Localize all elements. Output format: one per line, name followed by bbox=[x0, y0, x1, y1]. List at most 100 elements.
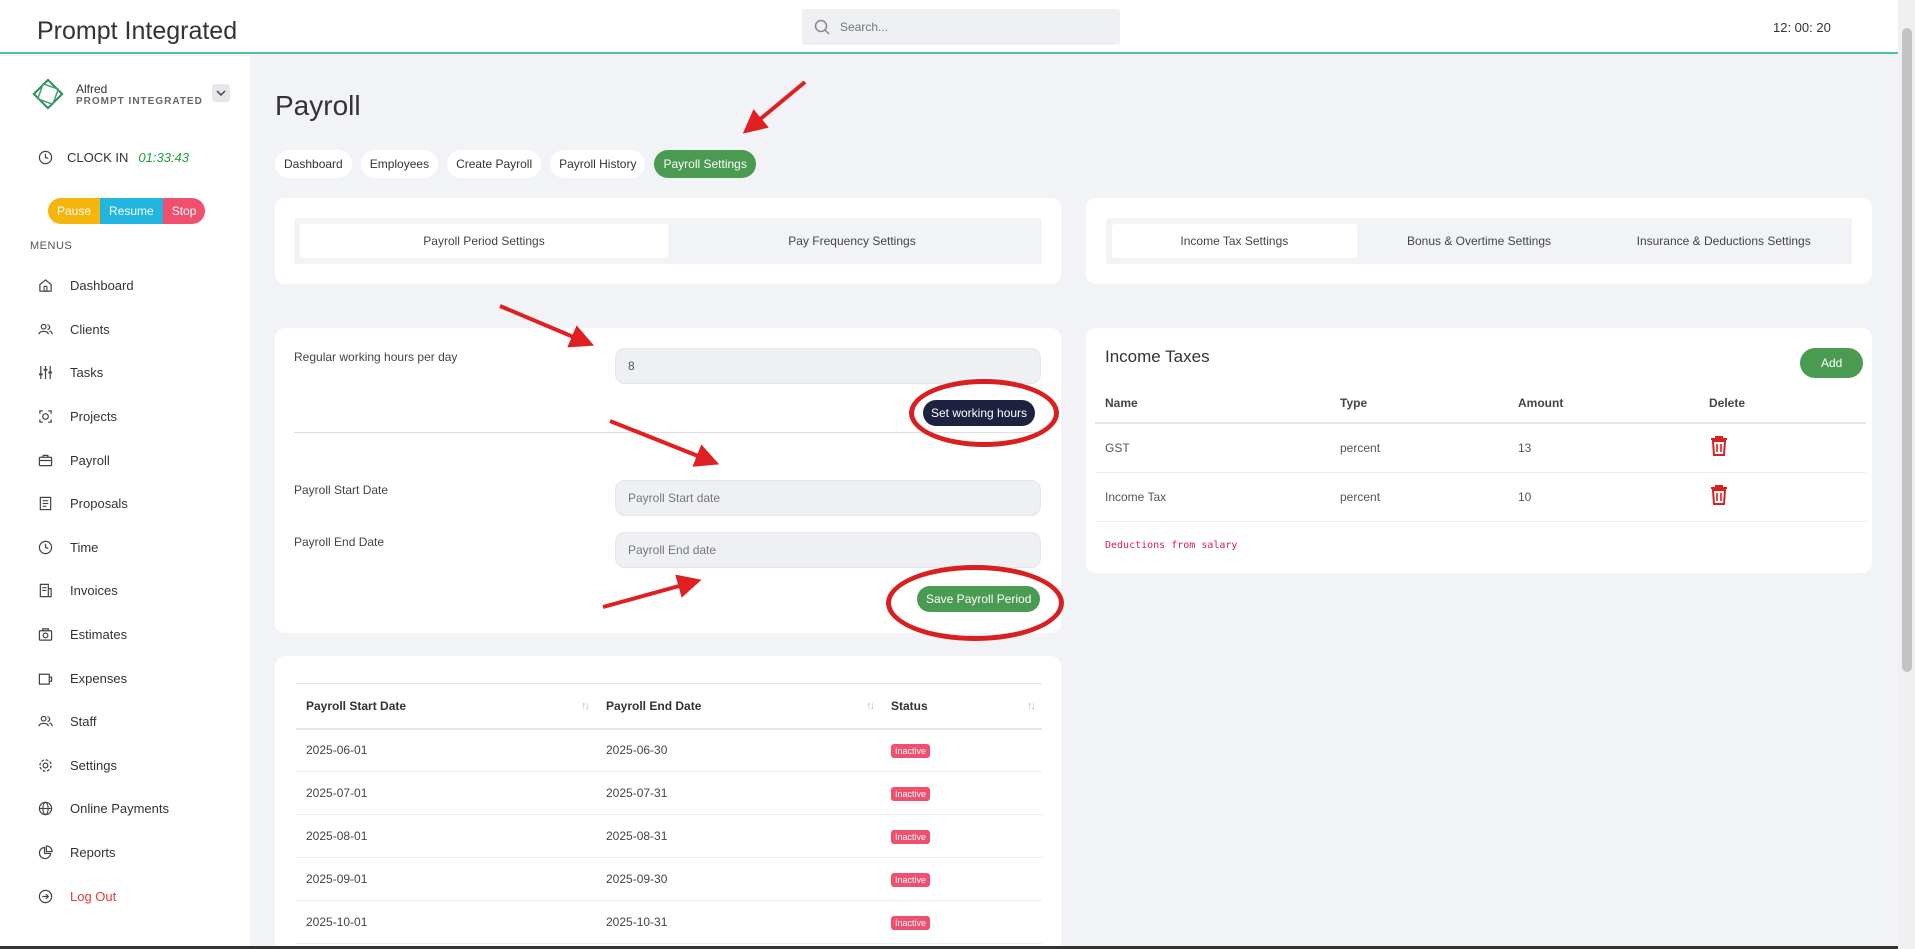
projects-icon bbox=[39, 410, 52, 423]
user-name: Alfred bbox=[76, 81, 108, 96]
sidebar-item-proposals[interactable]: Proposals bbox=[38, 482, 169, 526]
sort-icon[interactable]: ↑↓ bbox=[866, 700, 875, 712]
trash-icon[interactable] bbox=[1709, 435, 1729, 457]
scrollbar-thumb[interactable] bbox=[1902, 28, 1912, 672]
sidebar-item-label: Reports bbox=[70, 845, 116, 861]
sidebar-item-tasks[interactable]: Tasks bbox=[38, 351, 169, 395]
user-menu-toggle[interactable] bbox=[212, 84, 230, 102]
table-row: 2025-09-01 2025-09-30 Inactive bbox=[296, 857, 1042, 901]
invoice-icon bbox=[39, 584, 52, 598]
table-row: 2025-06-01 2025-06-30 Inactive bbox=[296, 728, 1042, 772]
sidebar-item-label: Payroll bbox=[70, 452, 110, 468]
segment-income-tax[interactable]: Income Tax Settings bbox=[1112, 224, 1357, 258]
sidebar-item-estimates[interactable]: Estimates bbox=[38, 613, 169, 657]
tax-settings-segment: Income Tax Settings Bonus & Overtime Set… bbox=[1106, 218, 1852, 264]
page-title: Payroll bbox=[275, 90, 361, 121]
status-badge: Inactive bbox=[891, 786, 931, 801]
payroll-periods-table: Payroll Start Date ↑↓ Payroll End Date ↑↓ … bbox=[296, 683, 1042, 944]
pause-button[interactable]: Pause bbox=[48, 198, 101, 224]
search-input[interactable] bbox=[840, 20, 1100, 34]
payroll-start-input[interactable]: Payroll Start date bbox=[615, 480, 1041, 516]
income-taxes-table: Name Type Amount Delete GST percent 13 I… bbox=[1095, 383, 1866, 522]
company-logo-icon bbox=[32, 78, 64, 110]
sidebar-item-label: Time bbox=[70, 539, 99, 555]
trash-icon[interactable] bbox=[1709, 484, 1729, 506]
sidebar-item-label: Invoices bbox=[70, 583, 118, 599]
deductions-note: Deductions from salary bbox=[1105, 540, 1238, 551]
sidebar-item-expenses[interactable]: Expenses bbox=[38, 656, 169, 700]
user-profile[interactable]: Alfred PROMPT INTEGRATED bbox=[30, 76, 230, 112]
annotation-arrow bbox=[742, 80, 807, 134]
staff-icon bbox=[38, 715, 53, 727]
document-icon bbox=[39, 497, 52, 511]
clock-icon bbox=[38, 150, 53, 165]
sort-icon[interactable]: ↑↓ bbox=[581, 700, 590, 712]
briefcase-icon bbox=[38, 454, 53, 466]
column-header-type: Type bbox=[1330, 383, 1508, 424]
sidebar-item-payroll[interactable]: Payroll bbox=[38, 438, 169, 482]
current-time: 12: 00: 20 bbox=[1773, 20, 1831, 35]
segment-payroll-period[interactable]: Payroll Period Settings bbox=[300, 224, 668, 258]
clock-in: CLOCK IN 01:33:43 bbox=[38, 150, 189, 165]
search-box[interactable] bbox=[802, 9, 1120, 45]
timer-controls: Pause Resume Stop bbox=[48, 198, 206, 224]
sidebar: Alfred PROMPT INTEGRATED CLOCK IN 01:33:… bbox=[0, 56, 250, 949]
sidebar-item-clients[interactable]: Clients bbox=[38, 308, 169, 352]
sidebar-item-label: Tasks bbox=[70, 365, 104, 381]
annotation-circle-save-period bbox=[886, 565, 1064, 641]
payroll-start-label: Payroll Start Date bbox=[294, 483, 389, 497]
sort-icon[interactable]: ↑↓ bbox=[1027, 700, 1036, 712]
sidebar-item-logout[interactable]: Log Out bbox=[38, 874, 169, 918]
tab-payroll-settings[interactable]: Payroll Settings bbox=[654, 150, 756, 178]
table-row: 2025-07-01 2025-07-31 Inactive bbox=[296, 771, 1042, 815]
working-hours-label: Regular working hours per day bbox=[294, 350, 458, 364]
column-header-start[interactable]: Payroll Start Date ↑↓ bbox=[296, 683, 596, 730]
sidebar-item-label: Projects bbox=[70, 409, 117, 425]
status-badge: Inactive bbox=[891, 915, 931, 930]
sidebar-item-staff[interactable]: Staff bbox=[38, 700, 169, 744]
tab-payroll-history[interactable]: Payroll History bbox=[550, 150, 646, 178]
add-tax-button[interactable]: Add bbox=[1800, 348, 1864, 378]
sidebar-item-settings[interactable]: Settings bbox=[38, 744, 169, 788]
tab-create-payroll[interactable]: Create Payroll bbox=[447, 150, 542, 178]
user-org: PROMPT INTEGRATED bbox=[76, 95, 203, 107]
gear-icon bbox=[39, 759, 52, 772]
sidebar-item-reports[interactable]: Reports bbox=[38, 831, 169, 875]
users-icon bbox=[38, 323, 53, 335]
clock-icon bbox=[38, 540, 53, 555]
sliders-icon bbox=[38, 366, 53, 380]
table-row: GST percent 13 bbox=[1095, 423, 1866, 473]
sidebar-item-time[interactable]: Time bbox=[38, 526, 169, 570]
estimate-icon bbox=[38, 628, 53, 641]
logout-icon bbox=[38, 889, 53, 903]
sidebar-item-label: Clients bbox=[70, 321, 110, 337]
clock-in-timer: 01:33:43 bbox=[138, 150, 190, 165]
sidebar-item-label: Estimates bbox=[70, 627, 128, 643]
segment-pay-frequency[interactable]: Pay Frequency Settings bbox=[668, 224, 1036, 258]
column-header-name: Name bbox=[1095, 383, 1330, 424]
sidebar-item-invoices[interactable]: Invoices bbox=[38, 569, 169, 613]
table-row: 2025-08-01 2025-08-31 Inactive bbox=[296, 814, 1042, 858]
annotation-circle-set-hours bbox=[909, 379, 1059, 447]
tab-employees[interactable]: Employees bbox=[360, 150, 439, 178]
sidebar-item-label: Proposals bbox=[70, 496, 128, 512]
wallet-icon bbox=[38, 673, 53, 685]
pie-chart-icon bbox=[38, 845, 53, 860]
sidebar-item-online-payments[interactable]: Online Payments bbox=[38, 787, 169, 831]
payroll-settings-segment: Payroll Period Settings Pay Frequency Se… bbox=[294, 218, 1042, 264]
segment-insurance-deductions[interactable]: Insurance & Deductions Settings bbox=[1601, 224, 1846, 258]
resume-button[interactable]: Resume bbox=[100, 198, 163, 224]
home-icon bbox=[39, 279, 52, 293]
payroll-end-input[interactable]: Payroll End date bbox=[615, 532, 1041, 568]
sidebar-item-projects[interactable]: Projects bbox=[38, 395, 169, 439]
tab-dashboard[interactable]: Dashboard bbox=[275, 150, 352, 178]
globe-icon bbox=[38, 802, 53, 816]
sidebar-item-dashboard[interactable]: Dashboard bbox=[38, 264, 169, 308]
app-title: Prompt Integrated bbox=[37, 17, 238, 45]
segment-bonus-overtime[interactable]: Bonus & Overtime Settings bbox=[1357, 224, 1602, 258]
column-header-status[interactable]: Status ↑↓ bbox=[881, 683, 1042, 730]
menus-heading: MENUS bbox=[30, 240, 73, 252]
stop-button[interactable]: Stop bbox=[162, 198, 206, 224]
search-icon bbox=[814, 19, 830, 35]
column-header-end[interactable]: Payroll End Date ↑↓ bbox=[596, 683, 881, 730]
